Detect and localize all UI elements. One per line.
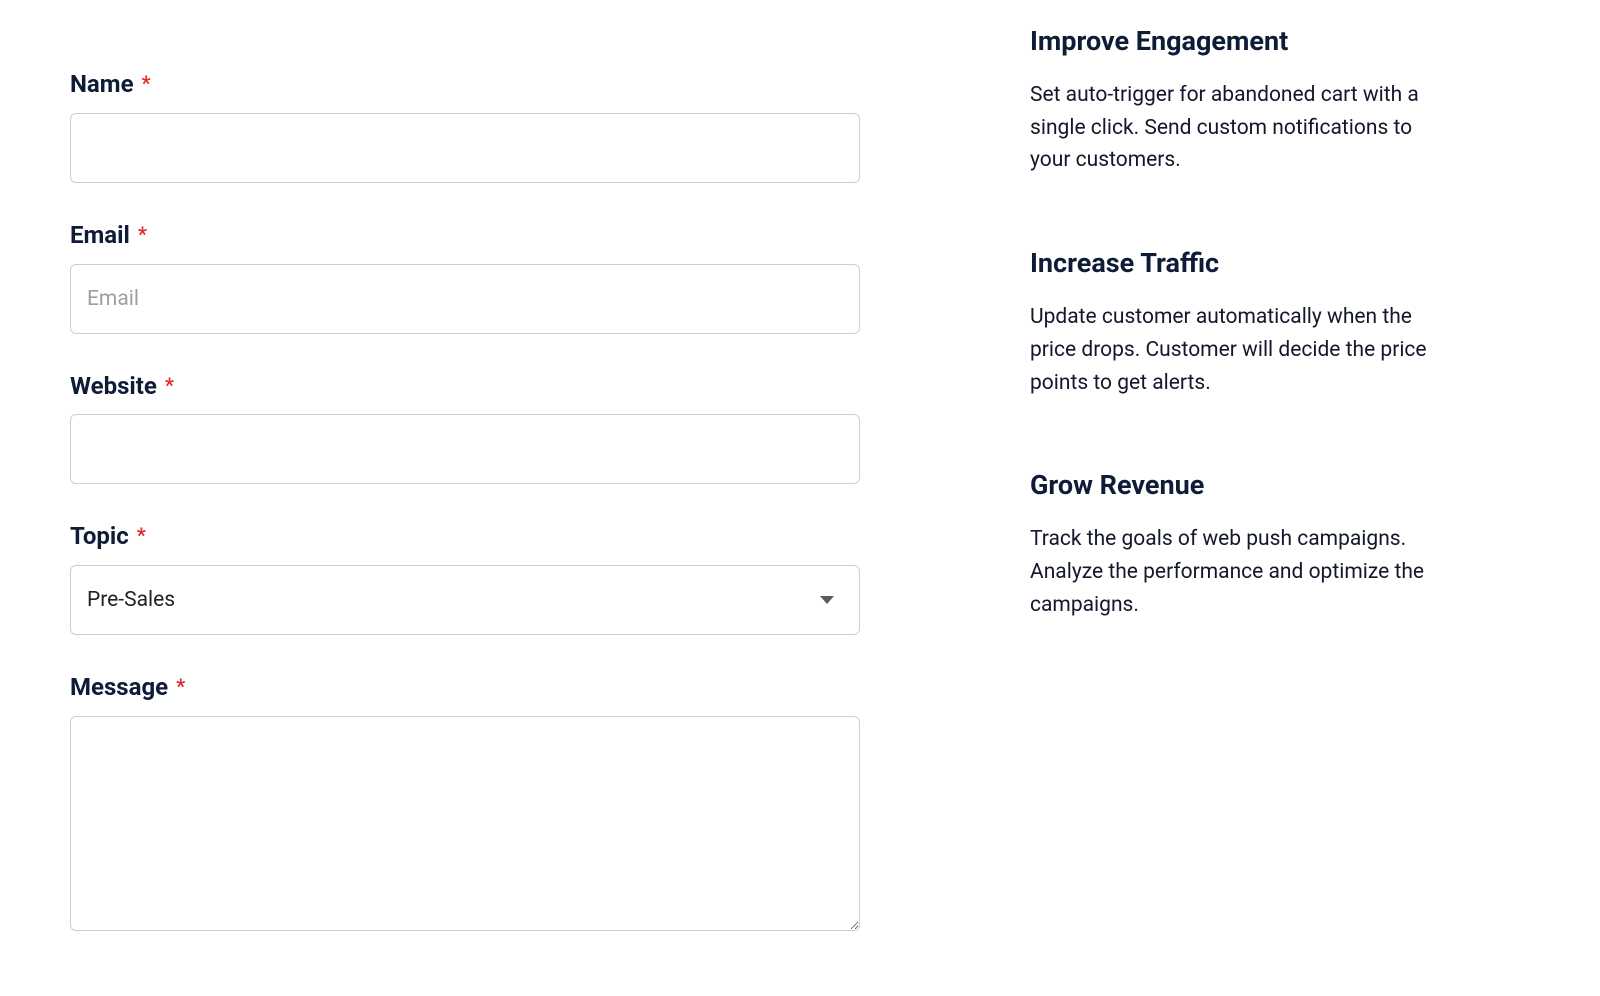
email-input[interactable] (70, 264, 860, 334)
topic-label-text: Topic (70, 522, 129, 550)
sidebar-block-title: Grow Revenue (1030, 469, 1440, 501)
required-asterisk: * (142, 71, 151, 95)
sidebar-block-traffic: Increase Traffic Update customer automat… (1030, 247, 1440, 399)
field-website: Website * (70, 372, 860, 485)
field-email: Email * (70, 221, 860, 334)
topic-select[interactable]: Pre-Sales (70, 565, 860, 635)
website-input[interactable] (70, 414, 860, 484)
sidebar-block-engagement: Improve Engagement Set auto-trigger for … (1030, 25, 1440, 177)
field-topic: Topic * Pre-Sales (70, 522, 860, 635)
topic-label: Topic * (70, 522, 860, 551)
sidebar-block-text: Set auto-trigger for abandoned cart with… (1030, 79, 1440, 177)
name-input[interactable] (70, 113, 860, 183)
email-label: Email * (70, 221, 860, 250)
name-label: Name * (70, 70, 860, 99)
required-asterisk: * (176, 674, 185, 698)
sidebar-block-revenue: Grow Revenue Track the goals of web push… (1030, 469, 1440, 621)
required-asterisk: * (137, 523, 146, 547)
required-asterisk: * (138, 222, 147, 246)
website-label: Website * (70, 372, 860, 401)
sidebar-block-title: Increase Traffic (1030, 247, 1440, 279)
sidebar: Improve Engagement Set auto-trigger for … (1030, 0, 1440, 691)
sidebar-block-title: Improve Engagement (1030, 25, 1440, 57)
message-label: Message * (70, 673, 860, 702)
required-asterisk: * (165, 373, 174, 397)
message-label-text: Message (70, 673, 168, 701)
message-textarea[interactable] (70, 716, 860, 931)
topic-select-wrap: Pre-Sales (70, 565, 860, 635)
sidebar-block-text: Track the goals of web push campaigns. A… (1030, 523, 1440, 621)
field-name: Name * (70, 70, 860, 183)
name-label-text: Name (70, 70, 134, 98)
sidebar-block-text: Update customer automatically when the p… (1030, 301, 1440, 399)
field-message: Message * (70, 673, 860, 935)
contact-form: Name * Email * Website * Topic * (70, 0, 860, 955)
page-content: Name * Email * Website * Topic * (0, 0, 1600, 955)
email-label-text: Email (70, 221, 130, 249)
website-label-text: Website (70, 372, 157, 400)
